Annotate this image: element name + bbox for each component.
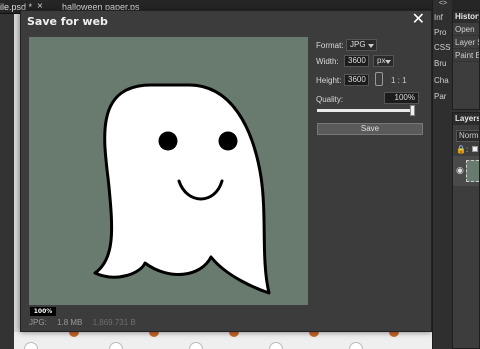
strip-item-paragraph[interactable]: Par	[434, 92, 446, 101]
chevron-down-icon	[385, 60, 391, 64]
pattern-circle	[24, 342, 38, 349]
history-item[interactable]: Layer St	[453, 36, 479, 49]
status-size: 1.8 MB	[57, 318, 83, 327]
lock-label: :	[465, 145, 469, 154]
pattern-circle	[189, 342, 203, 349]
width-input[interactable]: 3600	[344, 55, 369, 67]
ghost-right-eye	[218, 131, 238, 151]
ghost-image	[93, 83, 271, 295]
strip-item-brush[interactable]: Bru	[434, 59, 446, 68]
ghost-left-eye	[158, 131, 178, 151]
layers-panel: Layers Norma 🔒: ◉	[452, 112, 480, 349]
strip-item-css[interactable]: CSS	[434, 43, 450, 52]
status-format: JPG:	[29, 318, 47, 327]
quality-label: Quality:	[316, 95, 344, 104]
eye-icon[interactable]: ◉	[456, 165, 464, 176]
layer-thumbnail	[466, 160, 479, 182]
close-icon[interactable]: ✕	[412, 11, 425, 29]
layer-row[interactable]: ◉	[453, 156, 479, 186]
chevron-down-icon	[368, 44, 374, 48]
pattern-circle	[109, 342, 123, 349]
history-panel: History Open Layer St Paint Bu	[452, 10, 480, 110]
image-preview[interactable]	[29, 37, 308, 305]
quality-input[interactable]: 100%	[384, 92, 419, 104]
format-value: JPG	[350, 40, 366, 49]
format-label: Format:	[316, 41, 344, 50]
pattern-pumpkin	[69, 332, 79, 337]
pattern-pumpkin	[389, 332, 399, 337]
chain-link-icon[interactable]	[375, 72, 383, 86]
status-original-size: 1,869.731 B	[92, 318, 136, 327]
quality-slider-thumb[interactable]	[410, 105, 415, 116]
aspect-ratio: 1 : 1	[391, 76, 407, 85]
history-panel-title: History	[453, 11, 480, 23]
height-input[interactable]: 3600	[344, 74, 369, 86]
lock-checkbox[interactable]	[472, 146, 478, 152]
pattern-circle	[349, 342, 363, 349]
width-label: Width:	[316, 57, 339, 66]
pattern-pumpkin	[229, 332, 239, 337]
pattern-circle	[269, 342, 283, 349]
file-size-status: JPG: 1.8 MB 1,869.731 B	[29, 318, 144, 327]
canvas-pattern	[14, 332, 432, 349]
height-label: Height:	[316, 76, 342, 85]
collapse-toggle[interactable]: <>	[433, 0, 453, 8]
pattern-pumpkin	[309, 332, 319, 337]
layers-panel-title: Layers	[453, 113, 480, 125]
format-select[interactable]: JPG	[346, 39, 377, 51]
save-button[interactable]: Save	[317, 123, 423, 135]
strip-item-properties[interactable]: Pro	[434, 28, 446, 37]
pattern-pumpkin	[149, 332, 159, 337]
lock-icon: 🔒:	[456, 145, 469, 154]
strip-item-info[interactable]: Inf	[434, 13, 443, 22]
unit-select[interactable]: px	[373, 55, 394, 67]
quality-slider-track[interactable]	[317, 109, 413, 112]
save-for-web-dialog: Save for web ✕ 100% JPG: 1.8 MB 1,869.73…	[20, 10, 432, 332]
blend-mode-select[interactable]: Norma	[456, 130, 479, 142]
dialog-title: Save for web	[27, 15, 108, 28]
history-item[interactable]: Paint Bu	[453, 49, 479, 62]
panel-tab-strip: <> Inf Pro CSS Bru Cha Par	[432, 0, 452, 349]
photopea-workspace: ile.psd * × halloween paper.ps Save for …	[0, 0, 480, 349]
history-item[interactable]: Open	[453, 23, 479, 36]
strip-item-character[interactable]: Cha	[434, 76, 449, 85]
zoom-level: 100%	[30, 307, 56, 316]
